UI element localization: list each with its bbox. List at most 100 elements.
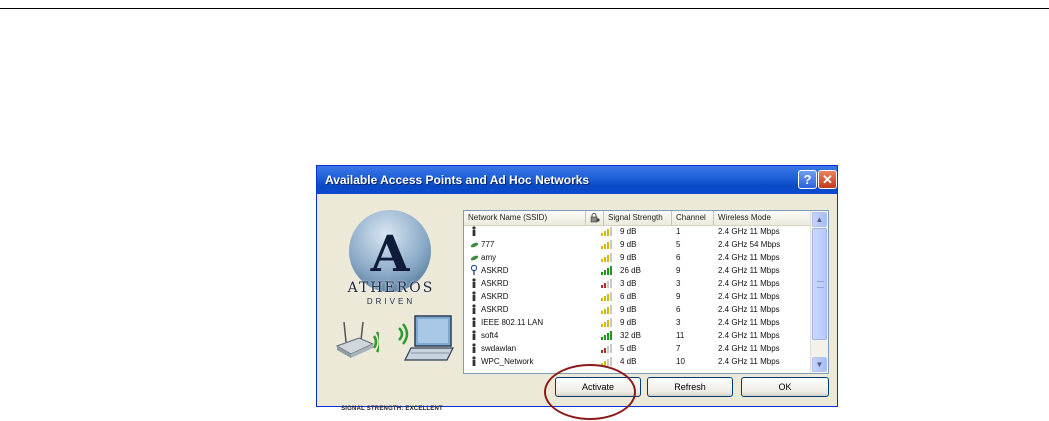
table-row[interactable]: ASKRD 26 dB 9 2.4 GHz 11 Mbps [464,264,812,276]
window-title: Available Access Points and Ad Hoc Netwo… [325,173,590,187]
list-body: 9 dB 1 2.4 GHz 11 Mbps 777 9 dB 5 2.4 GHz 54 M… [464,226,812,373]
table-row[interactable]: swdawlan 5 dB 7 2.4 GHz 11 Mbps [464,343,812,354]
ssid-cell: amy [481,253,497,262]
wireless-mode-cell: 2.4 GHz 11 Mbps [718,253,780,262]
list-header: Network Name (SSID) Signal Strength Chan… [464,211,812,226]
vertical-scrollbar[interactable]: ▲ ▼ [810,211,828,373]
scroll-up-button[interactable]: ▲ [812,212,827,227]
page-top-rule [0,8,1049,9]
refresh-button[interactable]: Refresh [647,377,733,397]
table-row[interactable]: amy 9 dB 6 2.4 GHz 11 Mbps [464,252,812,263]
signal-bars-icon [601,344,613,353]
table-row[interactable]: ASKRD 9 dB 6 2.4 GHz 11 Mbps [464,304,812,315]
channel-cell: 11 [676,331,685,340]
table-row[interactable]: IEEE 802.11 LAN 9 dB 3 2.4 GHz 11 Mbps [464,317,812,328]
signal-strength-cell: 9 dB [620,318,637,327]
column-header-signal[interactable]: Signal Strength [604,211,672,225]
logo-wordmark: ATHEROS [347,280,435,296]
scroll-grip-icon [817,281,824,288]
wireless-mode-cell: 2.4 GHz 11 Mbps [718,292,780,301]
connected-icon [470,264,478,276]
person-icon [470,278,478,289]
ssid-cell: soft4 [481,331,499,340]
adhoc-icon [470,239,479,250]
signal-bars-icon [601,240,613,249]
adhoc-icon [470,252,479,263]
signal-strength-cell: 32 dB [620,331,641,340]
signal-bars-icon [601,266,613,275]
column-header-security[interactable] [586,211,604,225]
help-button[interactable]: ? [798,170,817,189]
channel-cell: 1 [676,227,681,236]
person-icon [470,304,478,315]
signal-bars-icon [601,331,613,340]
channel-cell: 3 [676,279,681,288]
channel-cell: 6 [676,253,681,262]
router-icon [335,321,379,358]
column-header-channel[interactable]: Channel [672,211,714,225]
column-header-mode[interactable]: Wireless Mode [714,211,812,225]
table-row[interactable]: WPC_Network 4 dB 10 2.4 GHz 11 Mbps [464,356,812,367]
signal-strength-cell: 9 dB [620,227,637,236]
table-row[interactable]: soft4 32 dB 11 2.4 GHz 11 Mbps [464,330,812,341]
channel-cell: 6 [676,305,681,314]
signal-strength-cell: 9 dB [620,305,637,314]
person-icon [470,226,478,237]
person-icon [470,291,478,302]
signal-bars-icon [601,279,613,288]
ssid-cell: IEEE 802.11 LAN [481,318,544,327]
ok-button[interactable]: OK [741,377,829,397]
title-bar[interactable]: Available Access Points and Ad Hoc Netwo… [317,166,837,194]
signal-strength-cell: 26 dB [620,266,641,275]
table-row[interactable]: 9 dB 1 2.4 GHz 11 Mbps [464,226,812,237]
table-row[interactable]: ASKRD 6 dB 9 2.4 GHz 11 Mbps [464,291,812,302]
logo-subtitle: DRIVEN [366,297,416,306]
wireless-mode-cell: 2.4 GHz 54 Mbps [718,240,781,249]
signal-bars-icon [601,318,613,327]
scroll-down-button[interactable]: ▼ [812,357,827,372]
networks-list[interactable]: Network Name (SSID) Signal Strength Chan… [463,210,829,374]
channel-cell: 3 [676,318,681,327]
logo-letter: A [370,224,410,283]
wireless-mode-cell: 2.4 GHz 11 Mbps [718,279,780,288]
wireless-mode-cell: 2.4 GHz 11 Mbps [718,344,780,353]
signal-bars-icon [601,292,613,301]
person-icon [470,330,478,341]
ssid-cell: WPC_Network [481,357,534,366]
wireless-mode-cell: 2.4 GHz 11 Mbps [718,227,780,236]
wireless-mode-cell: 2.4 GHz 11 Mbps [718,266,780,275]
wireless-mode-cell: 2.4 GHz 11 Mbps [718,357,780,366]
person-icon [470,356,478,367]
wireless-mode-cell: 2.4 GHz 11 Mbps [718,318,780,327]
channel-cell: 5 [676,240,681,249]
signal-strength-cell: 4 dB [620,357,637,366]
laptop-icon [398,315,454,361]
signal-strength-cell: 3 dB [620,279,637,288]
channel-cell: 9 [676,266,681,275]
wireless-mode-cell: 2.4 GHz 11 Mbps [718,305,780,314]
signal-strength-cell: 6 dB [620,292,637,301]
ssid-cell: ASKRD [481,292,509,301]
channel-cell: 10 [676,357,685,366]
close-button[interactable]: ✕ [818,170,837,189]
signal-strength-cell: 9 dB [620,240,637,249]
wireless-mode-cell: 2.4 GHz 11 Mbps [718,331,780,340]
channel-cell: 7 [676,344,681,353]
column-header-ssid[interactable]: Network Name (SSID) [464,211,586,225]
table-row[interactable]: ASKRD 3 dB 3 2.4 GHz 11 Mbps [464,278,812,289]
table-row[interactable]: 777 9 dB 5 2.4 GHz 54 Mbps [464,239,812,250]
activate-highlight-circle [544,364,636,420]
scroll-thumb[interactable] [812,228,827,340]
atheros-branding-panel: A ATHEROS DRIVEN SIGNAL STRENGTH: EXCELL… [327,200,457,412]
channel-cell: 9 [676,292,681,301]
ssid-cell: 777 [481,240,495,249]
signal-bars-icon [601,227,613,236]
signal-strength-label: SIGNAL STRENGTH: EXCELLENT [341,406,443,412]
signal-strength-cell: 9 dB [620,253,637,262]
security-lock-icon [590,213,600,223]
person-icon [470,343,478,354]
signal-bars-icon [601,305,613,314]
ssid-cell: ASKRD [481,266,509,275]
signal-bars-icon [601,253,613,262]
ssid-cell: ASKRD [481,305,509,314]
